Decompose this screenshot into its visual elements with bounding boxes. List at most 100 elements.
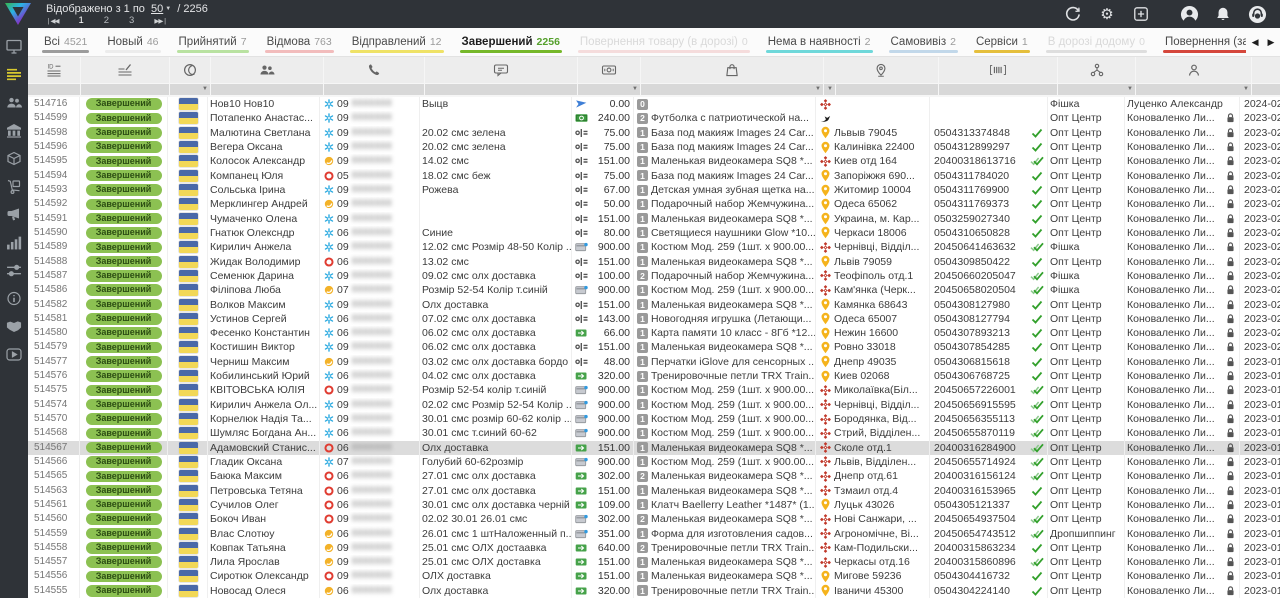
table-row[interactable]: 514594ЗавершенийКомпанец Юля05888888818.… <box>28 169 1280 183</box>
table-row[interactable]: 514574ЗавершенийКирилич Анжела Ол...0988… <box>28 398 1280 412</box>
page-button-3[interactable]: 3 <box>129 15 134 26</box>
tab-new[interactable]: Новый46 <box>97 28 168 56</box>
sidebar-item-dashboard[interactable] <box>0 32 28 60</box>
sidebar-item-info[interactable] <box>0 284 28 312</box>
column-header-id[interactable]: ID <box>28 57 80 83</box>
tab-out-of-stock[interactable]: Нема в наявності2 <box>758 28 881 56</box>
table-row[interactable]: 514596ЗавершенийВегера Оксана09888888820… <box>28 140 1280 154</box>
tab-services[interactable]: Сервіси1 <box>966 28 1038 56</box>
tab-on-way-home[interactable]: В дорозі додому0 <box>1038 28 1155 56</box>
filter-input-product[interactable]: ▼ <box>641 84 823 95</box>
column-header-ttn[interactable] <box>939 57 1057 83</box>
table-row[interactable]: 514582ЗавершенийВолков Максим098888888Ол… <box>28 297 1280 311</box>
filter-input-id[interactable] <box>28 84 80 95</box>
table-row[interactable]: 514570ЗавершенийКорнелюк Надія Та...0988… <box>28 412 1280 426</box>
table-row[interactable]: 514589ЗавершенийКирилич Анжела0988888881… <box>28 240 1280 254</box>
page-button-2[interactable]: 2 <box>104 15 109 26</box>
table-row[interactable]: 514587ЗавершенийСеменюк Дарина0988888880… <box>28 269 1280 283</box>
filter-input-name[interactable] <box>211 84 323 95</box>
support-headset-icon[interactable] <box>1240 0 1274 28</box>
sidebar-item-orders[interactable] <box>0 60 28 88</box>
column-header-money[interactable] <box>578 57 640 83</box>
sidebar-item-statistics[interactable] <box>0 228 28 256</box>
gear-icon[interactable]: ⚙ <box>1090 0 1124 28</box>
table-row[interactable]: 514559ЗавершенийВлас Слотюу06888888826.0… <box>28 526 1280 540</box>
bell-icon[interactable] <box>1206 0 1240 28</box>
tab-completed[interactable]: Завершений2256 <box>452 28 570 56</box>
table-row[interactable]: 514716ЗавершенийНов10 Нов10098888888Выцв… <box>28 97 1280 111</box>
filter-input-status[interactable] <box>81 84 169 95</box>
sidebar-item-warehouse[interactable] <box>0 116 28 144</box>
tabs-scroll-left-icon[interactable]: ◀ <box>1252 37 1259 48</box>
table-row[interactable]: 514555ЗавершенийНовосад Олеся068888888Ол… <box>28 584 1280 598</box>
table-row[interactable]: 514561ЗавершенийСучилов Олег06888888830.… <box>28 498 1280 512</box>
tabs-scroll-right-icon[interactable]: ▶ <box>1268 37 1275 48</box>
table-row[interactable]: 514575ЗавершенийКВІТОВСЬКА ЮЛІЯ098888888… <box>28 383 1280 397</box>
table-row[interactable]: 514595ЗавершенийКолосок Александр0988888… <box>28 154 1280 168</box>
column-header-phone[interactable] <box>324 57 424 83</box>
per-page-dropdown[interactable]: 50▼ <box>151 3 171 15</box>
table-row[interactable]: 514593ЗавершенийСольська Ірина098888888Р… <box>28 183 1280 197</box>
table-row[interactable]: 514581ЗавершенийУстинов Сергей0688888880… <box>28 312 1280 326</box>
page-button-1[interactable]: 1 <box>78 15 83 26</box>
add-order-icon[interactable] <box>1124 0 1158 28</box>
table-row[interactable]: 514558ЗавершенийКовпак Татьяна0988888882… <box>28 541 1280 555</box>
sidebar-item-partners[interactable] <box>0 312 28 340</box>
filter-input-manager[interactable]: ▼ <box>1136 84 1251 95</box>
tab-return-in-transit[interactable]: Повернення товару (в дорозі)0 <box>570 28 758 56</box>
column-header-manager[interactable] <box>1136 57 1251 83</box>
filter-input-comment[interactable] <box>425 84 577 95</box>
tab-all[interactable]: Всі4521 <box>34 28 97 56</box>
table-row[interactable]: 514577ЗавершенийЧерниш Максим09888888803… <box>28 355 1280 369</box>
user-avatar[interactable] <box>1172 0 1206 28</box>
filter-input-money[interactable]: ▼ <box>578 84 640 95</box>
column-header-date[interactable] <box>1252 57 1280 83</box>
tab-declined[interactable]: Відмова763 <box>257 28 342 56</box>
table-row[interactable]: 514557ЗавершенийЛила Ярослав09888888825.… <box>28 555 1280 569</box>
table-row[interactable]: 514565ЗавершенийБаюка Максим06888888827.… <box>28 469 1280 483</box>
column-header-source[interactable] <box>1058 57 1135 83</box>
sidebar-item-video-tutorials[interactable] <box>0 340 28 368</box>
column-header-status[interactable] <box>81 57 169 83</box>
column-header-comment[interactable] <box>425 57 577 83</box>
table-row[interactable]: 514566ЗавершенийГладик Оксана078888888Го… <box>28 455 1280 469</box>
filter-input-location[interactable] <box>836 84 938 95</box>
sidebar-item-marketing[interactable] <box>0 200 28 228</box>
table-row[interactable]: 514579ЗавершенийКостишин Виктор098888888… <box>28 340 1280 354</box>
tab-sent[interactable]: Відправлений12 <box>342 28 452 56</box>
table-row[interactable]: 514588ЗавершенийЖидак Володимир068888888… <box>28 254 1280 268</box>
filter-input-date[interactable] <box>1252 84 1280 95</box>
sidebar-item-products[interactable] <box>0 144 28 172</box>
column-header-flag[interactable] <box>170 57 210 83</box>
table-row[interactable]: 514598ЗавершенийМалютина Светлана0988888… <box>28 126 1280 140</box>
table-row[interactable]: 514592ЗавершенийМерклингер Андрей0988888… <box>28 197 1280 211</box>
sidebar-item-settings[interactable] <box>0 256 28 284</box>
sidebar-item-procurement[interactable] <box>0 172 28 200</box>
table-row[interactable]: 514591ЗавершенийЧумаченко Олена098888888… <box>28 212 1280 226</box>
filter-input-source[interactable]: ▼ <box>1058 84 1135 95</box>
last-page-button[interactable]: ▶▶❘ <box>154 17 166 25</box>
column-header-location[interactable] <box>824 57 938 83</box>
table-row[interactable]: 514586ЗавершенийФіліпова Люба078888888Ро… <box>28 283 1280 297</box>
refresh-icon[interactable] <box>1056 0 1090 28</box>
tab-pickup[interactable]: Самовивіз2 <box>881 28 966 56</box>
table-row[interactable]: 514568ЗавершенийШумляс Богдана Ан...0688… <box>28 426 1280 440</box>
filter-input-phone[interactable] <box>324 84 424 95</box>
table-row[interactable]: 514599ЗавершенийПотапенко Анастас...0988… <box>28 111 1280 125</box>
tab-accepted[interactable]: Прийнятий7 <box>169 28 257 56</box>
table-row[interactable]: 514590ЗавершенийГнатюк Олексндр068888888… <box>28 226 1280 240</box>
filter-input-flag[interactable]: ▼ <box>170 84 210 95</box>
filter-input-ttn[interactable] <box>939 84 1057 95</box>
table-row[interactable]: 514576ЗавершенийКобилинський Юрий0688888… <box>28 369 1280 383</box>
table-row[interactable]: 514580ЗавершенийФесенко Константин068888… <box>28 326 1280 340</box>
table-row[interactable]: 514563ЗавершенийПетровська Тетяна0688888… <box>28 483 1280 497</box>
table-row[interactable]: 514560ЗавершенийБокоч Иван09888888802.02… <box>28 512 1280 526</box>
first-page-button[interactable]: ❘◀◀ <box>46 17 58 25</box>
table-row[interactable]: 514567ЗавершенийАдамовский Станис...0688… <box>28 441 1280 455</box>
column-header-product[interactable] <box>641 57 823 83</box>
app-logo-icon[interactable] <box>3 1 33 27</box>
column-header-name[interactable] <box>211 57 323 83</box>
filter-dropdown-location-carrier[interactable]: ▼ <box>824 84 835 95</box>
sidebar-item-clients[interactable] <box>0 88 28 116</box>
table-row[interactable]: 514556ЗавершенийСиротюк Олександр0988888… <box>28 569 1280 583</box>
